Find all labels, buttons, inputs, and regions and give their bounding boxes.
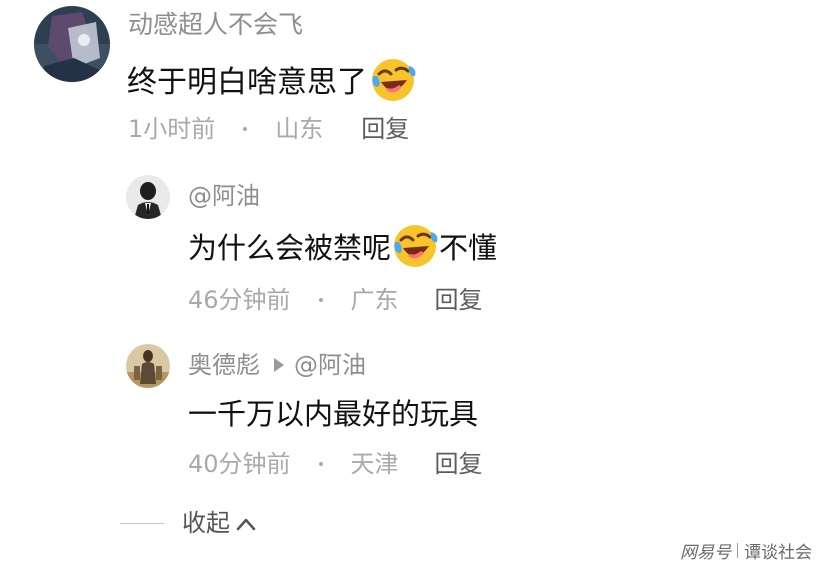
laughing-crying-emoji-icon <box>369 56 417 110</box>
watermark-brand: 网易号 <box>680 543 731 563</box>
reply-button[interactable]: 回复 <box>435 288 483 312</box>
separator-dot <box>318 298 323 302</box>
avatar-image <box>126 344 170 388</box>
divider-line <box>120 522 164 524</box>
avatar-image <box>34 6 110 82</box>
reply-to-arrow-icon <box>274 358 284 372</box>
reply-location: 广东 <box>350 286 399 314</box>
collapse-replies-button[interactable]: 收起 <box>120 511 256 535</box>
reply-meta: 40分钟前 天津 回复 <box>188 452 483 476</box>
watermark-channel: 谭谈社会 <box>744 543 812 563</box>
comment-time: 1小时前 <box>128 115 216 143</box>
reply-button[interactable]: 回复 <box>361 117 409 141</box>
reply-text: 一千万以内最好的玩具 <box>188 397 479 431</box>
reply-username[interactable]: @阿油 <box>188 184 260 208</box>
reply-text-after: 不懂 <box>439 231 498 265</box>
reply-username-line: 奥德彪 @阿油 <box>188 353 366 377</box>
watermark-separator <box>737 543 738 558</box>
separator-dot <box>318 462 323 466</box>
avatar[interactable] <box>34 6 110 82</box>
separator-dot <box>243 127 248 131</box>
reply-location: 天津 <box>350 450 399 478</box>
reply-meta: 46分钟前 广东 回复 <box>188 288 483 312</box>
reply-to-username[interactable]: @阿油 <box>294 353 366 377</box>
comment-location: 山东 <box>275 115 324 143</box>
reply-time: 40分钟前 <box>188 450 291 478</box>
comment-text-content: 终于明白啥意思了 <box>127 65 367 100</box>
comment-text: 终于明白啥意思了 <box>127 56 417 110</box>
reply-avatar[interactable] <box>126 344 170 388</box>
watermark: 网易号 谭谈社会 <box>680 538 812 563</box>
reply-button[interactable]: 回复 <box>435 452 483 476</box>
collapse-label: 收起 <box>182 509 230 537</box>
reply-avatar[interactable] <box>126 175 170 219</box>
reply-text-before: 为什么会被禁呢 <box>188 231 392 265</box>
chevron-up-icon <box>236 511 256 535</box>
reply-time: 46分钟前 <box>188 286 291 314</box>
laughing-crying-emoji-icon <box>391 222 439 275</box>
reply-username[interactable]: 奥德彪 <box>188 353 260 377</box>
comment-meta: 1小时前 山东 回复 <box>128 117 409 141</box>
reply-text: 为什么会被禁呢 不懂 <box>188 222 497 275</box>
comment-username[interactable]: 动感超人不会飞 <box>128 12 303 37</box>
avatar-image <box>126 175 170 219</box>
